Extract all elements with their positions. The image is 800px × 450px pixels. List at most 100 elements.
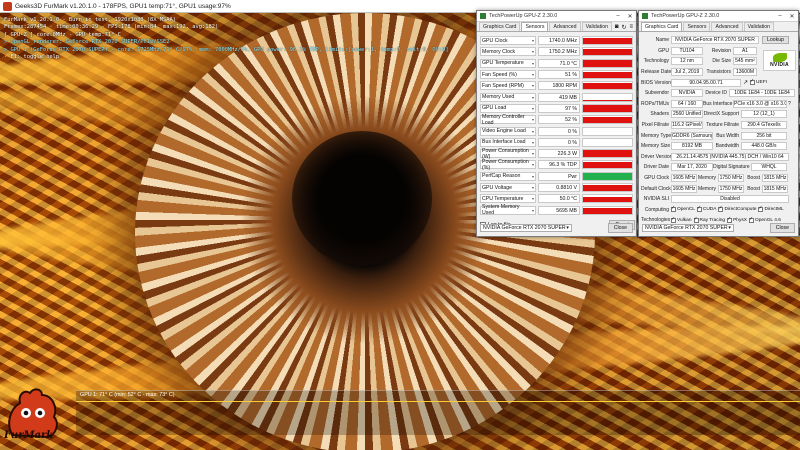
card-bottom-bar: NVIDIA GeForce RTX 2070 SUPER ▾ Close	[642, 223, 795, 233]
tab-validation[interactable]: Validation	[743, 22, 774, 31]
sensor-name-dropdown[interactable]: Video Engine Load ▾	[480, 126, 536, 136]
export-icon[interactable]: ↗	[743, 79, 748, 86]
sensor-graph[interactable]	[582, 205, 633, 215]
sensor-row: Memory Used ▾ 419 MB	[480, 91, 635, 102]
sensor-name-dropdown[interactable]: Memory Clock ▾	[480, 47, 536, 57]
opencl-checkbox: OpenCL	[671, 205, 695, 213]
device-select[interactable]: NVIDIA GeForce RTX 2070 SUPER ▾	[480, 224, 572, 232]
close-button[interactable]: Close	[607, 223, 633, 233]
sensor-name-dropdown[interactable]: Memory Controller Load ▾	[480, 114, 536, 126]
chevron-down-icon: ▾	[531, 49, 534, 55]
tab-graphics-card[interactable]: Graphics Card	[641, 22, 683, 31]
sensor-name-dropdown[interactable]: PerfCap Reason ▾	[480, 171, 536, 181]
sensor-name-dropdown[interactable]: Fan Speed (%) ▾	[480, 70, 536, 80]
opencl-label: OpenCL	[677, 207, 695, 213]
sensor-graph[interactable]	[582, 36, 633, 46]
sensor-row: Power Consumption (W) ▾ 226.3 W	[480, 148, 635, 160]
sensor-name: Bus Interface Load	[482, 139, 526, 146]
gpuz-sensors-titlebar[interactable]: TechPowerUp GPU-Z 2.30.0 – ✕	[477, 11, 636, 22]
close-icon[interactable]: ✕	[786, 13, 798, 20]
close-icon[interactable]: ✕	[624, 13, 636, 20]
gpuz-card-titlebar[interactable]: TechPowerUp GPU-Z 2.30.0 – ✕	[639, 11, 798, 22]
sensor-graph[interactable]	[582, 70, 633, 80]
gpu-clock-value: 1605 MHz	[671, 174, 697, 183]
sensor-value: 1750.2 MHz	[538, 47, 580, 57]
minimize-icon[interactable]: –	[774, 13, 786, 19]
sensor-name-dropdown[interactable]: Bus Interface Load ▾	[480, 137, 536, 147]
sensor-value: 0 %	[538, 126, 580, 136]
sensor-name-dropdown[interactable]: Memory Used ▾	[480, 92, 536, 102]
sensor-graph[interactable]	[582, 58, 633, 68]
device-select-value: NVIDIA GeForce RTX 2070 SUPER	[645, 225, 728, 231]
sensor-name-dropdown[interactable]: Power Consumption (W) ▾	[480, 148, 536, 160]
sensor-graph[interactable]	[582, 47, 633, 57]
subvendor-label: Subvendor	[644, 90, 669, 97]
gpuz-app-icon	[642, 13, 648, 19]
tab-validation[interactable]: Validation	[581, 22, 612, 31]
hud-line-help: - F1: toggle help	[4, 54, 60, 61]
sensor-value: 97 %	[538, 103, 580, 113]
sensor-graph[interactable]	[582, 115, 633, 125]
sli-value: Disabled	[671, 195, 789, 204]
sensor-name-dropdown[interactable]: CPU Temperature ▾	[480, 194, 536, 204]
sensor-graph[interactable]	[582, 171, 633, 181]
sensor-graph[interactable]	[582, 149, 633, 159]
sensor-graph[interactable]	[582, 160, 633, 170]
sensor-name-dropdown[interactable]: Power Consumption (%) ▾	[480, 159, 536, 171]
sensor-value: 96.3 % TDP	[538, 160, 580, 170]
sensor-graph[interactable]	[582, 137, 633, 147]
uefi-label: UEFI	[756, 80, 767, 86]
camera-icon[interactable]: ◙	[615, 24, 619, 31]
sensors-bottom-bar: NVIDIA GeForce RTX 2070 SUPER ▾ Close	[480, 223, 633, 233]
pixel-fillrate-value: 116.2 GPixel/s	[671, 121, 703, 130]
gpuz-sensors-tabbar: Graphics Card Sensors Advanced Validatio…	[477, 22, 636, 32]
sensor-name-dropdown[interactable]: GPU Clock ▾	[480, 36, 536, 46]
sensor-name: GPU Voltage	[482, 184, 512, 191]
driver-date-value: Mar 17, 2020	[671, 163, 713, 172]
sensor-value: 51 %	[538, 70, 580, 80]
sensor-graph[interactable]	[582, 126, 633, 136]
sensor-name-dropdown[interactable]: GPU Load ▾	[480, 103, 536, 113]
chevron-down-icon: ▾	[566, 225, 569, 231]
tab-sensors[interactable]: Sensors	[521, 22, 549, 31]
refresh-icon[interactable]: ↻	[621, 24, 626, 31]
sensor-graph[interactable]	[582, 194, 633, 204]
subvendor-value: NVIDIA	[671, 89, 703, 98]
directx-label: DirectX Support	[703, 111, 739, 118]
nvidia-eye-icon	[772, 53, 787, 62]
close-button[interactable]: Close	[769, 223, 795, 233]
sensor-graph[interactable]	[582, 81, 633, 91]
tab-advanced[interactable]: Advanced	[711, 22, 743, 31]
sensor-graph[interactable]	[582, 103, 633, 113]
chevron-down-icon: ▾	[531, 207, 534, 213]
memory-clock-label: Memory	[697, 175, 716, 182]
sensor-graph[interactable]	[582, 92, 633, 102]
tab-graphics-card[interactable]: Graphics Card	[479, 22, 521, 31]
sensor-name-dropdown[interactable]: GPU Voltage ▾	[480, 183, 536, 192]
memory-clock-value: 1750 MHz	[718, 174, 744, 183]
tab-advanced[interactable]: Advanced	[549, 22, 581, 31]
chevron-down-icon: ▾	[531, 196, 534, 202]
chevron-down-icon: ▾	[531, 173, 534, 179]
lookup-button[interactable]: Lookup	[762, 36, 790, 45]
release-date-value: Jul 2, 2019	[671, 68, 703, 77]
menu-icon[interactable]: ≡	[629, 24, 633, 31]
tab-sensors[interactable]: Sensors	[683, 22, 711, 31]
device-select[interactable]: NVIDIA GeForce RTX 2070 SUPER ▾	[642, 224, 734, 232]
driver-version-label: Driver Version	[641, 153, 673, 160]
name-value: NVIDIA GeForce RTX 2070 SUPER	[671, 36, 759, 45]
sensor-name-dropdown[interactable]: GPU Temperature ▾	[480, 58, 536, 68]
sensor-row: Power Consumption (%) ▾ 96.3 % TDP	[480, 159, 635, 171]
memory-size-value: 8192 MB	[671, 142, 713, 151]
transistors-value: 13600M	[733, 68, 757, 77]
sensor-name-dropdown[interactable]: System Memory Used ▾	[480, 204, 536, 217]
help-icon[interactable]: ?	[788, 101, 791, 107]
sensor-graph[interactable]	[582, 183, 633, 192]
shaders-value: 2560 Unified	[671, 110, 703, 119]
sensor-name-dropdown[interactable]: Fan Speed (RPM) ▾	[480, 81, 536, 91]
sensor-graph-fill	[583, 37, 632, 45]
sli-label: NVIDIA SLI	[643, 196, 669, 203]
rops-tmus-label: ROPs/TMUs	[641, 100, 670, 107]
sensor-name: System Memory Used	[482, 204, 520, 217]
minimize-icon[interactable]: –	[612, 13, 624, 19]
